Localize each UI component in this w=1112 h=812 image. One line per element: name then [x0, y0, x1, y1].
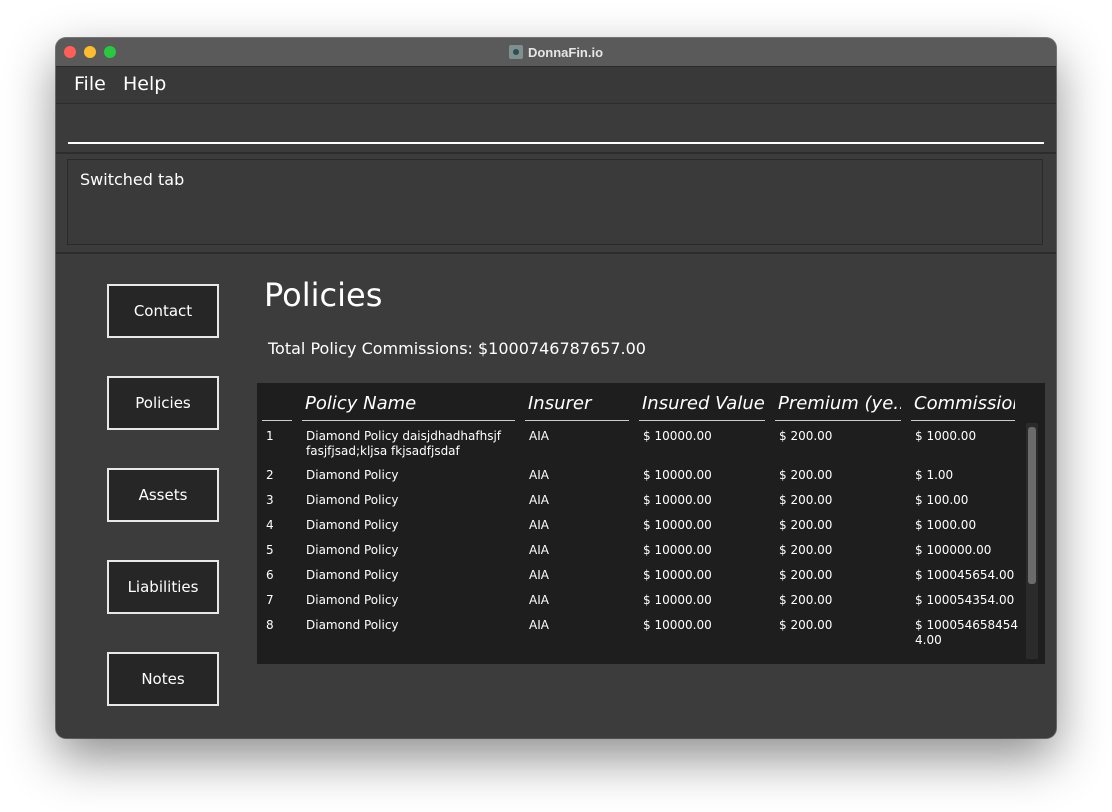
- commission-cell: $ 1.00: [915, 468, 954, 482]
- policy-name-cell: Diamond Policy: [306, 543, 399, 557]
- row-index: 4: [266, 518, 274, 532]
- row-index: 5: [266, 543, 274, 557]
- index-column-header[interactable]: [262, 393, 292, 421]
- menu-bar: File Help: [56, 67, 1056, 104]
- command-area: [56, 104, 1056, 152]
- insured-value-cell: $ 10000.00: [643, 618, 712, 632]
- divider: [56, 152, 1056, 154]
- insurer-cell: AIA: [529, 593, 549, 607]
- policy-name-cell: Diamond Policy daisjdhadhafhsjf fasjfjsa…: [306, 429, 502, 458]
- commission-cell: $ 1000.00: [915, 429, 977, 443]
- commission-cell: $ 100.00: [915, 493, 969, 507]
- insurer-cell: AIA: [529, 543, 549, 557]
- policy-name-column-header[interactable]: Policy Name: [302, 393, 515, 421]
- premium-cell: $ 200.00: [779, 593, 833, 607]
- row-index: 2: [266, 468, 274, 482]
- policy-name-cell: Diamond Policy: [306, 518, 399, 532]
- premium-cell: $ 200.00: [779, 618, 833, 632]
- assets-tab-button[interactable]: Assets: [107, 468, 219, 522]
- premium-cell: $ 200.00: [779, 468, 833, 482]
- page-title: Policies: [264, 276, 383, 314]
- premium-cell: $ 200.00: [779, 568, 833, 582]
- premium-cell: $ 200.00: [779, 493, 833, 507]
- insured-value-cell: $ 10000.00: [643, 493, 712, 507]
- insured-value-column-header[interactable]: Insured Value: [639, 393, 765, 421]
- insurer-column-header[interactable]: Insurer: [525, 393, 629, 421]
- premium-cell: $ 200.00: [779, 429, 833, 443]
- menu-help[interactable]: Help: [123, 73, 166, 95]
- title-bar: DonnaFin.io: [56, 38, 1056, 67]
- insured-value-cell: $ 10000.00: [643, 518, 712, 532]
- row-index: 6: [266, 568, 274, 582]
- commission-cell: $ 100045654.00: [915, 568, 1015, 582]
- policies-table: Policy Name Insurer Insured Value Premiu…: [257, 383, 1045, 664]
- insured-value-cell: $ 10000.00: [643, 468, 712, 482]
- premium-cell: $ 200.00: [779, 543, 833, 557]
- window-title: DonnaFin.io: [527, 44, 604, 60]
- row-index: 8: [266, 618, 274, 632]
- main-area: Contact Policies Assets Liabilities Note…: [56, 254, 1056, 738]
- policies-tab-button[interactable]: Policies: [107, 376, 219, 430]
- policy-name-cell: Diamond Policy: [306, 593, 399, 607]
- row-index: 1: [266, 429, 274, 443]
- commission-cell: $ 1000.00: [915, 518, 977, 532]
- notes-tab-button[interactable]: Notes: [107, 652, 219, 706]
- contact-tab-button[interactable]: Contact: [107, 284, 219, 338]
- policy-name-cell: Diamond Policy: [306, 493, 399, 507]
- result-text: Switched tab: [80, 170, 185, 189]
- result-display: Switched tab: [67, 159, 1043, 245]
- insured-value-cell: $ 10000.00: [643, 593, 712, 607]
- row-index: 7: [266, 593, 274, 607]
- premium-cell: $ 200.00: [779, 518, 833, 532]
- commission-cell: $ 100000.00: [915, 543, 992, 557]
- insurer-cell: AIA: [529, 429, 549, 443]
- command-input[interactable]: [68, 110, 1044, 144]
- policy-name-cell: Diamond Policy: [306, 568, 399, 582]
- policy-name-cell: Diamond Policy: [306, 468, 399, 482]
- insurer-cell: AIA: [529, 468, 549, 482]
- app-window: DonnaFin.io File Help Switched tab Conta…: [56, 38, 1056, 738]
- insured-value-cell: $ 10000.00: [643, 543, 712, 557]
- total-commission-label: Total Policy Commissions: $1000746787657…: [268, 339, 646, 358]
- menu-file[interactable]: File: [74, 73, 106, 95]
- commission-cell: $ 1000546584544.00: [915, 618, 1019, 647]
- title-group: DonnaFin.io: [56, 38, 1056, 66]
- insurer-cell: AIA: [529, 493, 549, 507]
- insurer-cell: AIA: [529, 568, 549, 582]
- liabilities-tab-button[interactable]: Liabilities: [107, 560, 219, 614]
- insurer-cell: AIA: [529, 618, 549, 632]
- insured-value-cell: $ 10000.00: [643, 429, 712, 443]
- policy-name-cell: Diamond Policy: [306, 618, 399, 632]
- app-icon: [508, 45, 523, 59]
- insurer-cell: AIA: [529, 518, 549, 532]
- row-index: 3: [266, 493, 274, 507]
- commission-column-header[interactable]: Commission: [911, 393, 1015, 421]
- insured-value-cell: $ 10000.00: [643, 568, 712, 582]
- scrollbar-thumb[interactable]: [1028, 427, 1036, 584]
- table-scrollbar[interactable]: [1026, 423, 1038, 659]
- commission-cell: $ 100054354.00: [915, 593, 1015, 607]
- premium-column-header[interactable]: Premium (ye...: [775, 393, 901, 421]
